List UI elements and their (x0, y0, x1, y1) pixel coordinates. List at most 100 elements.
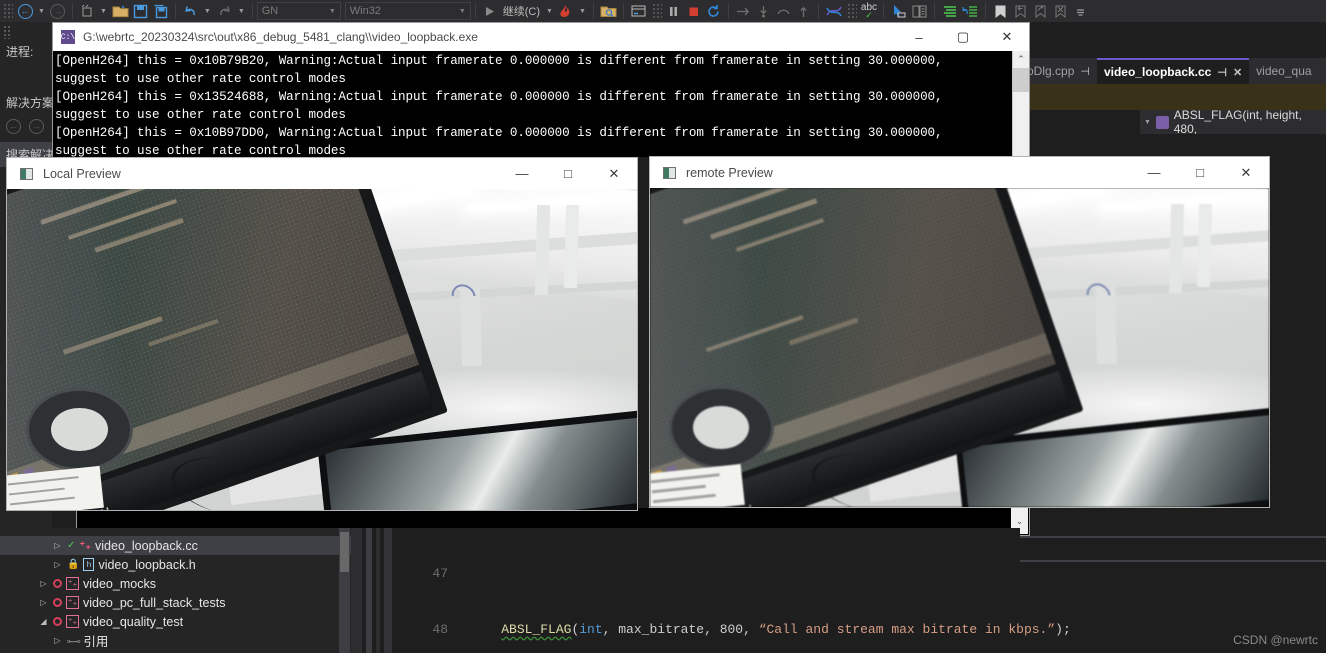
process-panel-label[interactable]: 进程: (0, 39, 52, 64)
remote-preview-title-bar[interactable]: remote Preview — □ ✕ (650, 157, 1269, 188)
step-into-icon[interactable] (754, 1, 774, 21)
tab-video-qua[interactable]: video_qua (1249, 58, 1318, 84)
platform-combo[interactable]: Win32 ▼ (345, 2, 471, 20)
save-icon[interactable] (131, 1, 151, 21)
toolbar-grip[interactable] (847, 3, 857, 19)
redo-icon[interactable] (214, 1, 235, 21)
step-over-icon[interactable] (733, 1, 754, 21)
console-scrollbar[interactable]: ⌃ (1012, 51, 1029, 157)
hot-reload-icon[interactable] (556, 1, 576, 21)
next-bookmark-icon[interactable] (1030, 1, 1050, 21)
save-all-icon[interactable] (151, 1, 171, 21)
vertical-splitter[interactable] (384, 528, 392, 653)
toolbar-separator (985, 3, 986, 19)
compare-files-icon[interactable] (909, 1, 930, 21)
pause-icon[interactable] (664, 1, 684, 21)
toolbar-overflow-icon[interactable] (1070, 1, 1090, 21)
scrollbar-thumb[interactable] (340, 532, 349, 572)
undo-caret[interactable]: ▼ (201, 8, 214, 15)
console-close-button[interactable]: ✕ (985, 23, 1029, 51)
tree-expander-icon[interactable]: ▷ (38, 598, 49, 607)
member-dropdown[interactable]: ▼ ABSL_FLAG(int, height, 480, (1140, 110, 1326, 134)
threads-icon[interactable] (823, 1, 844, 21)
tree-expander-icon[interactable]: ▷ (52, 560, 63, 569)
unloaded-project-icon (53, 579, 62, 588)
tree-item-video-pc-full-stack-tests[interactable]: ▷ ⁺₊ video_pc_full_stack_tests (0, 593, 362, 612)
tab-odlg-cpp[interactable]: oDlg.cpp ⊣ (1020, 58, 1097, 84)
vertical-splitter[interactable] (376, 528, 380, 653)
toolbar-grip[interactable] (652, 3, 662, 19)
local-preview-title-bar[interactable]: Local Preview — □ ✕ (7, 158, 637, 189)
tree-item-video-mocks[interactable]: ▷ ⁺₊ video_mocks (0, 574, 362, 593)
remote-minimize-button[interactable]: — (1131, 157, 1177, 188)
console-minimize-button[interactable]: – (897, 23, 941, 51)
open-file-icon[interactable] (110, 1, 131, 21)
back-arrow-icon[interactable]: ← (15, 1, 35, 21)
local-preview-title: Local Preview (43, 167, 121, 181)
play-icon[interactable] (480, 1, 500, 21)
forward-arrow-icon[interactable]: → (48, 1, 68, 21)
toolbar-separator (175, 3, 176, 19)
attach-to-process-icon[interactable] (598, 1, 619, 21)
step-out-icon[interactable] (774, 1, 794, 21)
redo-caret[interactable]: ▼ (235, 8, 248, 15)
remote-close-button[interactable]: ✕ (1223, 157, 1269, 188)
configuration-combo[interactable]: GN ▼ (257, 2, 341, 20)
solution-forward-icon[interactable]: → (29, 119, 44, 134)
paper-line (651, 473, 720, 483)
remote-maximize-button[interactable]: □ (1177, 157, 1223, 188)
toolbar-separator (252, 3, 253, 19)
back-dropdown-caret[interactable]: ▼ (35, 8, 48, 15)
continue-button-label[interactable]: 继续(C) (500, 3, 543, 19)
clear-bookmarks-icon[interactable] (1050, 1, 1070, 21)
scrollbar-thumb[interactable] (1013, 68, 1029, 92)
tree-collapser-icon[interactable]: ◢ (38, 617, 49, 626)
step-up-icon[interactable] (794, 1, 814, 21)
local-close-button[interactable]: ✕ (591, 158, 637, 189)
panel-grip[interactable] (3, 25, 11, 39)
pin-icon[interactable]: ⊣ (1080, 65, 1090, 78)
pointer-select-icon[interactable] (888, 1, 909, 21)
tree-item-video-loopback-h[interactable]: ▷ 🔒 h video_loopback.h (0, 555, 362, 574)
console-maximize-button[interactable]: ▢ (941, 23, 985, 51)
tree-scrollbar[interactable] (339, 528, 350, 653)
tree-item-video-quality-test[interactable]: ◢ ⁺₊ video_quality_test (0, 612, 362, 631)
format-document-icon[interactable] (939, 1, 960, 21)
toolbar-separator (934, 3, 935, 19)
code-editor[interactable]: 47 48 ABSL_FLAG(int, max_bitrate, 800, “… (414, 528, 1020, 653)
vertical-splitter[interactable] (366, 528, 372, 653)
pin-icon[interactable]: ⊣ (1217, 66, 1227, 79)
toggle-bookmark-icon[interactable] (990, 1, 1010, 21)
tree-expander-icon[interactable]: ▷ (52, 636, 63, 645)
tab-video-loopback-cc[interactable]: video_loopback.cc ⊣ ✕ (1097, 58, 1249, 84)
solution-back-icon[interactable]: ← (6, 119, 21, 134)
local-maximize-button[interactable]: □ (545, 158, 591, 189)
scroll-up-icon[interactable]: ⌃ (1013, 51, 1029, 68)
window-layout-icon[interactable] (628, 1, 649, 21)
undo-format-icon[interactable] (960, 1, 981, 21)
tree-item-references[interactable]: ▷ ▫—▫ 引用 (0, 631, 362, 650)
close-icon[interactable]: ✕ (1233, 66, 1242, 79)
cpp-project-icon: ⁺₊ (66, 615, 79, 628)
new-item-icon[interactable] (77, 1, 97, 21)
tree-item-video-loopback-cc[interactable]: ▷ ✓ ⁺₊ video_loopback.cc (0, 536, 362, 555)
remote-preview-buttons: — □ ✕ (1131, 157, 1269, 188)
console-line: [OpenH264] this = 0x13524688, Warning:Ac… (53, 87, 1029, 105)
local-minimize-button[interactable]: — (499, 158, 545, 189)
toolbar-separator (475, 3, 476, 19)
restart-icon[interactable] (704, 1, 724, 21)
console-title-bar[interactable]: C:\ G:\webrtc_20230324\src\out\x86_debug… (53, 23, 1029, 51)
previous-bookmark-icon[interactable] (1010, 1, 1030, 21)
tree-expander-icon[interactable]: ▷ (52, 541, 63, 550)
stop-icon[interactable] (684, 1, 704, 21)
tree-expander-icon[interactable]: ▷ (38, 579, 49, 588)
hot-reload-caret[interactable]: ▼ (576, 8, 589, 15)
tree-item-label: video_quality_test (83, 615, 183, 629)
continue-caret[interactable]: ▼ (543, 8, 556, 15)
undo-icon[interactable] (180, 1, 201, 21)
chevron-down-icon[interactable]: ▼ (1144, 119, 1151, 126)
toolbar-grip[interactable] (3, 3, 13, 19)
solution-explorer-label[interactable]: 解决方案 (0, 90, 52, 115)
new-item-caret[interactable]: ▼ (97, 8, 110, 15)
spell-check-icon[interactable]: abc ✓ (859, 1, 879, 21)
